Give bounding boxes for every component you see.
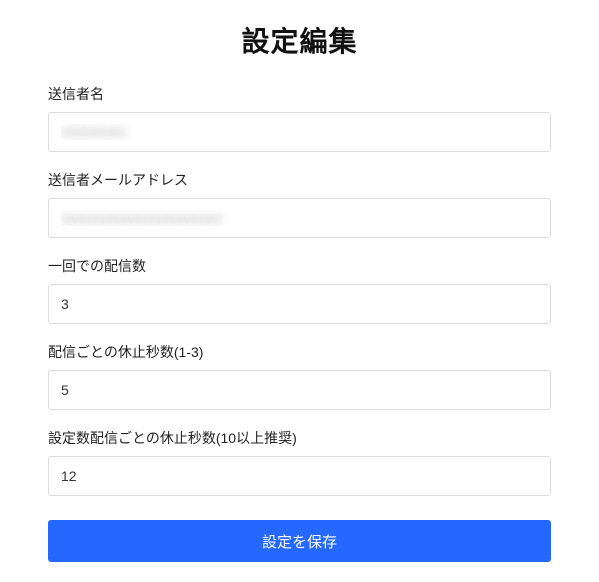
field-group-sender-name: 送信者名 [48,84,551,152]
input-pause-batch[interactable] [48,456,551,496]
input-sender-email[interactable] [48,198,551,238]
input-sender-name[interactable] [48,112,551,152]
label-sender-name: 送信者名 [48,84,551,104]
page-title: 設定編集 [48,20,551,60]
label-batch-count: 一回での配信数 [48,256,551,276]
field-group-pause-batch: 設定数配信ごとの休止秒数(10以上推奨) [48,428,551,496]
field-group-batch-count: 一回での配信数 [48,256,551,324]
label-pause-each: 配信ごとの休止秒数(1-3) [48,342,551,362]
save-settings-button[interactable]: 設定を保存 [48,520,551,562]
input-batch-count[interactable] [48,284,551,324]
settings-form-container: 設定編集 送信者名 送信者メールアドレス 一回での配信数 配信ごとの休止秒数(1… [0,0,599,582]
field-group-pause-each: 配信ごとの休止秒数(1-3) [48,342,551,410]
label-pause-batch: 設定数配信ごとの休止秒数(10以上推奨) [48,428,551,448]
label-sender-email: 送信者メールアドレス [48,170,551,190]
field-group-sender-email: 送信者メールアドレス [48,170,551,238]
input-pause-each[interactable] [48,370,551,410]
